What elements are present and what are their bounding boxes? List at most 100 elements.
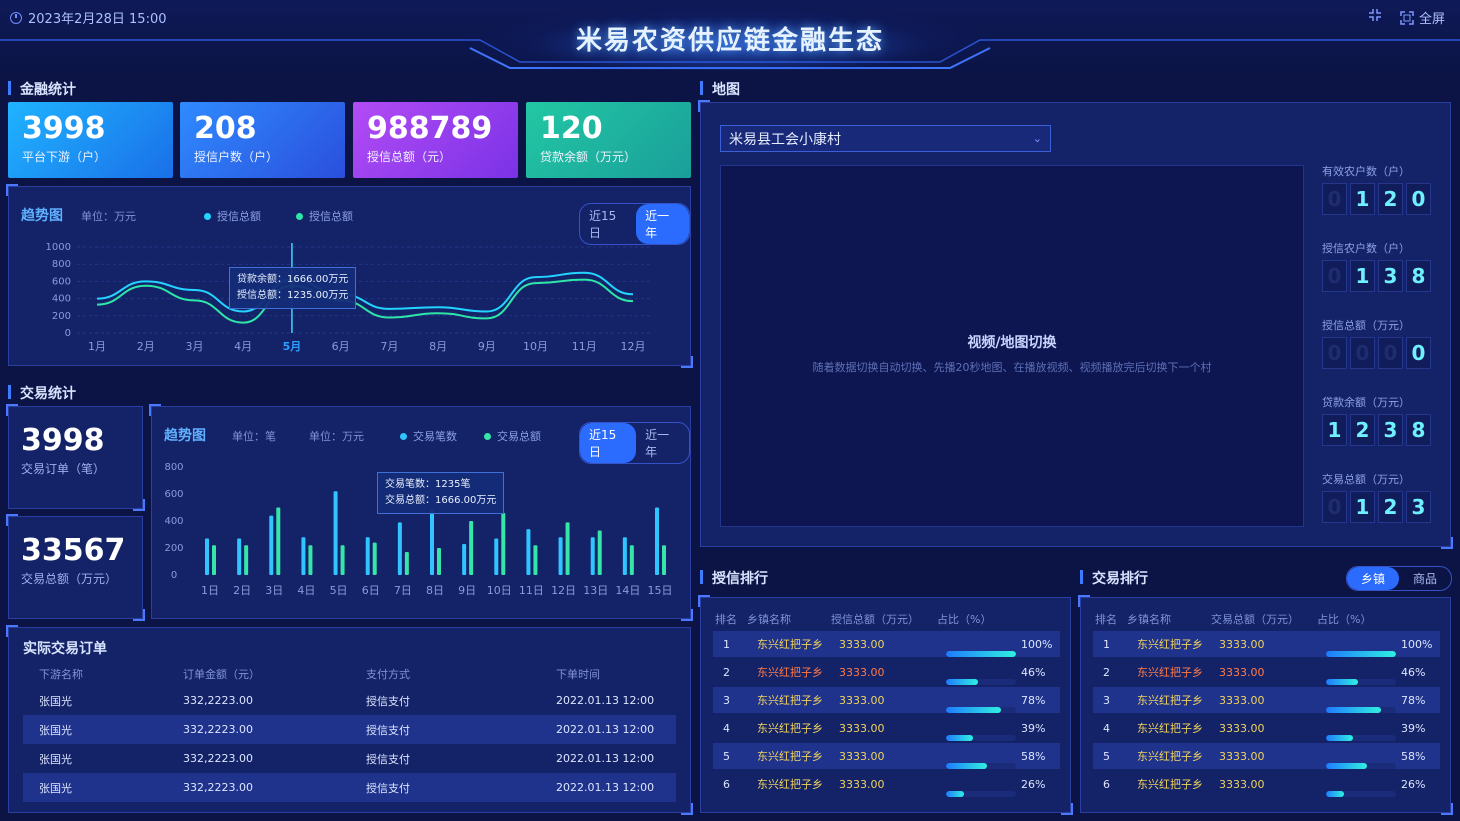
rank-header: 排名 乡镇名称 授信总额（万元） 占比（%） <box>701 606 1070 632</box>
pct-bar-fill <box>946 651 1016 657</box>
bar <box>244 545 249 575</box>
tooltip-line: 授信总额：1235.00万元 <box>237 290 349 301</box>
finance-trend-panel: 趋势图 单位：万元 授信总额 授信总额 近15日 近一年 1000 800 600 4… <box>6 184 693 368</box>
rank-row[interactable]: 1 东兴红把子乡 3333.00 100% <box>713 631 1060 657</box>
map-stat-digits: 0000 <box>1322 337 1431 369</box>
map-section-title: 地图 <box>700 79 740 99</box>
rank-row[interactable]: 5 东兴红把子乡 3333.00 58% <box>1093 743 1440 769</box>
rank-row[interactable]: 2 东兴红把子乡 3333.00 46% <box>713 659 1060 685</box>
table-cell: 332,2223.00 <box>183 773 366 802</box>
table-row[interactable]: 张国光 332,2223.00 授信支付 2022.01.13 12:00 <box>23 744 676 773</box>
amount: 3333.00 <box>1219 693 1265 707</box>
township-name: 东兴红把子乡 <box>1137 750 1203 763</box>
amount: 3333.00 <box>839 749 885 763</box>
rank-row[interactable]: 1 东兴红把子乡 3333.00 100% <box>1093 631 1440 657</box>
rank-row[interactable]: 3 东兴红把子乡 3333.00 78% <box>1093 687 1440 713</box>
x-tick-label: 2日 <box>233 584 251 597</box>
x-tick-label: 3日 <box>265 584 283 597</box>
pct-bar <box>1326 707 1396 713</box>
bar <box>533 545 538 575</box>
amount: 3333.00 <box>839 777 885 791</box>
bar <box>404 552 409 575</box>
x-tick-label: 7月 <box>380 340 398 353</box>
map-video-area[interactable]: 视频/地图切换 随着数据切换自动切换、先播20秒地图、在播放视频、视频播放完后切… <box>720 165 1304 527</box>
trade-amount-card: 33567 交易总额（万元） <box>6 514 145 621</box>
village-select[interactable]: 米易县工会小康村 ⌄ <box>720 125 1051 152</box>
map-stat-label: 贷款余额（万元） <box>1322 396 1410 409</box>
pct-bar-fill <box>946 707 1001 713</box>
rank-row[interactable]: 2 东兴红把子乡 3333.00 46% <box>1093 659 1440 685</box>
col-header: 下游名称 <box>39 668 83 681</box>
bar <box>333 491 338 575</box>
kpi-card: 120 贷款余额（万元） <box>526 102 691 178</box>
x-tick-label: 14日 <box>615 584 640 597</box>
pct-value: 26% <box>1021 777 1046 791</box>
trade-rank-title: 交易排行 <box>1080 568 1148 588</box>
tab-goods[interactable]: 商品 <box>1399 567 1451 590</box>
x-tick-label: 12日 <box>551 584 576 597</box>
table-row[interactable]: 张国光 332,2223.00 授信支付 2022.01.13 12:00 <box>23 686 676 715</box>
rank-row[interactable]: 5 东兴红把子乡 3333.00 58% <box>713 743 1060 769</box>
amount: 3333.00 <box>1219 777 1265 791</box>
x-tick-label: 8日 <box>426 584 444 597</box>
digit-cell: 0 <box>1406 337 1431 369</box>
digit-cell: 0 <box>1378 337 1403 369</box>
x-tick-label: 11月 <box>572 340 597 353</box>
x-tick-label: 4日 <box>297 584 315 597</box>
pct-value: 46% <box>1401 665 1426 679</box>
pct-bar-fill <box>1326 791 1345 797</box>
digit-cell: 1 <box>1350 260 1375 292</box>
map-stat-digits: 1238 <box>1322 414 1431 446</box>
trade-orders-label: 交易订单（笔） <box>21 462 106 476</box>
table-cell: 授信支付 <box>366 694 410 708</box>
pct-bar-fill <box>946 763 987 769</box>
kpi-card: 208 授信户数（户） <box>180 102 345 178</box>
pct-bar <box>946 791 1016 797</box>
amount: 3333.00 <box>839 665 885 679</box>
x-tick-label: 7日 <box>394 584 412 597</box>
rank-row[interactable]: 4 东兴红把子乡 3333.00 39% <box>1093 715 1440 741</box>
col-header: 授信总额（万元） <box>831 613 919 626</box>
pct-bar-fill <box>1326 651 1396 657</box>
rank-number: 6 <box>1103 777 1110 791</box>
x-tick-label: 12月 <box>621 340 646 353</box>
rank-row[interactable]: 6 东兴红把子乡 3333.00 26% <box>713 771 1060 797</box>
fullscreen-button[interactable]: 全屏 <box>1400 8 1445 27</box>
digit-cell: 8 <box>1406 260 1431 292</box>
table-cell: 张国光 <box>39 694 72 708</box>
rank-row[interactable]: 3 东兴红把子乡 3333.00 78% <box>713 687 1060 713</box>
pct-value: 58% <box>1021 749 1046 763</box>
y-tick-label: 400 <box>164 516 183 527</box>
map-stat-digits: 0123 <box>1322 491 1431 523</box>
x-tick-label: 10月 <box>523 340 548 353</box>
kpi-value: 3998 <box>22 111 106 146</box>
pct-bar <box>946 651 1016 657</box>
trade-orders-card: 3998 交易订单（笔） <box>6 404 145 511</box>
pct-bar <box>1326 679 1396 685</box>
bar <box>629 545 634 575</box>
rank-row[interactable]: 4 东兴红把子乡 3333.00 39% <box>713 715 1060 741</box>
table-cell: 张国光 <box>23 715 183 744</box>
table-row[interactable]: 张国光 332,2223.00 授信支付 2022.01.13 12:00 <box>23 773 676 802</box>
orders-panel: 实际交易订单 下游名称 订单金额（元） 支付方式 下单时间 张国光 332,222… <box>6 625 693 815</box>
col-header: 排名 <box>1095 613 1117 626</box>
trade-tooltip: 交易笔数：1235笔 交易总额：1666.00万元 <box>377 472 505 514</box>
pct-bar-fill <box>1326 735 1354 741</box>
township-name: 东兴红把子乡 <box>757 722 823 735</box>
pct-bar <box>1326 735 1396 741</box>
amount: 3333.00 <box>1219 665 1265 679</box>
digit-cell: 0 <box>1322 183 1347 215</box>
pct-bar-fill <box>946 791 965 797</box>
x-tick-label: 13日 <box>583 584 608 597</box>
township-name: 东兴红把子乡 <box>1137 778 1203 791</box>
amount: 3333.00 <box>839 637 885 651</box>
chevron-down-icon: ⌄ <box>1032 132 1042 145</box>
shrink-icon[interactable] <box>1368 8 1382 26</box>
col-header: 占比（%） <box>1317 613 1372 626</box>
trade-rank-tabs: 乡镇 商品 <box>1346 566 1453 591</box>
bar <box>365 537 370 575</box>
township-name: 东兴红把子乡 <box>1137 694 1203 707</box>
rank-row[interactable]: 6 东兴红把子乡 3333.00 26% <box>1093 771 1440 797</box>
table-row[interactable]: 张国光 332,2223.00 授信支付 2022.01.13 12:00 <box>23 715 676 744</box>
tab-township[interactable]: 乡镇 <box>1347 567 1400 590</box>
